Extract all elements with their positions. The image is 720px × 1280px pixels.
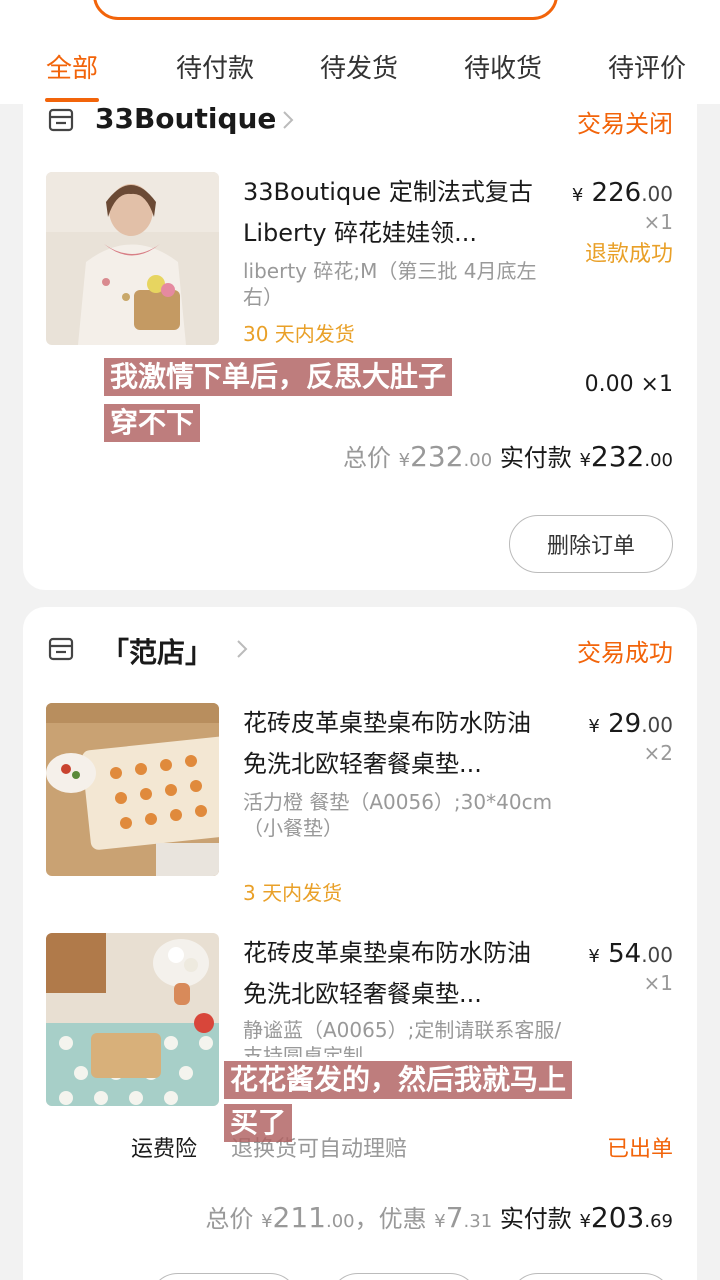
order-status: 交易关闭 [577, 110, 673, 138]
delete-order-button[interactable]: 删除订单 [509, 515, 673, 573]
product-title[interactable]: 花砖皮革桌垫桌布防水防油免洗北欧轻奢餐桌垫... [243, 703, 543, 785]
product-title[interactable]: 花砖皮革桌垫桌布防水防油免洗北欧轻奢餐桌垫... [243, 933, 543, 1015]
product-spec: 静谧蓝（A0065）;定制请联系客服/支持圆桌定制 [243, 1018, 562, 1057]
shipping-insurance-label: 运费险 [131, 1137, 198, 1162]
tab-pending-payment[interactable]: 待付款 [176, 48, 254, 85]
tab-pending-shipment[interactable]: 待发货 [320, 48, 398, 85]
shipping-insurance-status[interactable]: 已出单 [607, 1131, 673, 1163]
tab-pending-review[interactable]: 待评价 [608, 48, 686, 85]
shop-name[interactable]: 「范店」 [101, 631, 213, 671]
order-total: 总价 ¥232.00 实付款 ¥232.00 [342, 440, 673, 473]
product-spec: liberty 碎花;M（第三批 4月底左右） [243, 259, 537, 309]
subtitle-line: 买了 [224, 1104, 293, 1142]
product-quantity: ×1 [643, 971, 673, 995]
product-image[interactable] [46, 172, 219, 345]
extra-fee-line: 0.00 ×1 [584, 372, 673, 397]
shipping-time: 3 天内发货 [243, 881, 343, 905]
tab-pending-receipt[interactable]: 待收货 [464, 48, 542, 85]
order-card[interactable]: 「范店」 交易成功 花砖皮革桌垫桌布防水防油免洗北欧轻奢餐桌垫... 活力橙 餐… [23, 607, 697, 1280]
product-spec: 活力橙 餐垫（A0056）;30*40cm（小餐垫） [243, 790, 553, 840]
order-total: 总价 ¥211.00，优惠 ¥7.31 实付款 ¥203.69 [205, 1201, 673, 1234]
shipping-time: 30 天内发货 [243, 322, 355, 346]
product-price: ¥ 54.00 [588, 939, 673, 969]
refund-status: 退款成功 [584, 242, 673, 267]
product-quantity: ×2 [643, 741, 673, 765]
store-icon [48, 108, 74, 132]
subtitle-line: 穿不下 [104, 404, 201, 442]
product-price: ¥ 226.00 [571, 178, 673, 208]
product-image[interactable] [46, 703, 219, 876]
store-icon [48, 637, 74, 661]
order-card[interactable]: 33Boutique 交易关闭 33Boutique 定制法式复古 Libert… [23, 60, 697, 590]
subtitle-line: 我激情下单后，反思大肚子 [104, 358, 453, 396]
subtitle-line: 花花酱发的，然后我就马上 [224, 1061, 573, 1099]
product-image[interactable] [46, 933, 219, 1106]
back-arrow-icon[interactable] [28, 0, 52, 10]
chevron-right-icon [283, 111, 294, 129]
shop-header[interactable]: 「范店」 交易成功 [23, 631, 697, 671]
chevron-right-icon [237, 640, 248, 658]
order-action-button[interactable] [329, 1273, 479, 1280]
order-tabs: 全部 待付款 待发货 待收货 待评价 [0, 48, 720, 88]
product-price: ¥ 29.00 [588, 709, 673, 739]
order-status: 交易成功 [577, 639, 673, 667]
search-input[interactable] [93, 0, 558, 20]
tab-all[interactable]: 全部 [46, 48, 98, 85]
top-bar: 全部 待付款 待发货 待收货 待评价 [0, 0, 720, 104]
shop-header[interactable]: 33Boutique 交易关闭 [23, 102, 697, 142]
product-quantity: ×1 [643, 210, 673, 234]
order-action-button[interactable] [509, 1273, 673, 1280]
shop-name[interactable]: 33Boutique [95, 102, 276, 135]
order-action-button[interactable] [149, 1273, 299, 1280]
active-tab-indicator [45, 98, 99, 102]
product-title[interactable]: 33Boutique 定制法式复古 Liberty 碎花娃娃领... [243, 172, 543, 254]
